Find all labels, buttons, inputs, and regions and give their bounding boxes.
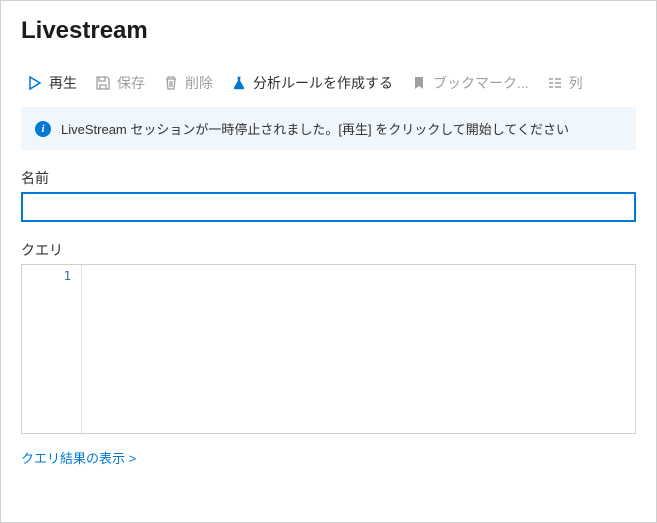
trash-icon (163, 75, 179, 91)
line-gutter: 1 (22, 265, 82, 433)
create-rule-label: 分析ルールを作成する (253, 73, 393, 93)
create-rule-button[interactable]: 分析ルールを作成する (231, 73, 393, 93)
bookmark-icon (411, 75, 427, 91)
query-editor[interactable]: 1 (21, 264, 636, 434)
columns-icon (547, 75, 563, 91)
bookmark-button[interactable]: ブックマーク... (411, 73, 529, 93)
show-results-link[interactable]: クエリ結果の表示 > (21, 448, 136, 467)
play-icon (27, 75, 43, 91)
delete-label: 削除 (185, 73, 213, 93)
info-icon: i (35, 121, 51, 137)
line-number: 1 (22, 269, 71, 283)
bookmark-label: ブックマーク... (433, 73, 529, 93)
play-button[interactable]: 再生 (27, 73, 77, 93)
columns-label: 列 (569, 73, 583, 93)
name-label: 名前 (21, 168, 636, 188)
delete-button[interactable]: 削除 (163, 73, 213, 93)
columns-button[interactable]: 列 (547, 73, 583, 93)
name-input[interactable] (21, 192, 636, 222)
info-bar: i LiveStream セッションが一時停止されました。[再生] をクリックし… (21, 107, 636, 150)
query-label: クエリ (21, 240, 636, 260)
play-label: 再生 (49, 73, 77, 93)
page-title: Livestream (21, 17, 636, 45)
save-button[interactable]: 保存 (95, 73, 145, 93)
code-area[interactable] (82, 265, 635, 433)
save-icon (95, 75, 111, 91)
info-message: LiveStream セッションが一時停止されました。[再生] をクリックして開… (61, 119, 569, 138)
save-label: 保存 (117, 73, 145, 93)
toolbar: 再生 保存 削除 分析ルールを作成する ブックマーク... 列 (21, 69, 636, 107)
flask-icon (231, 75, 247, 91)
